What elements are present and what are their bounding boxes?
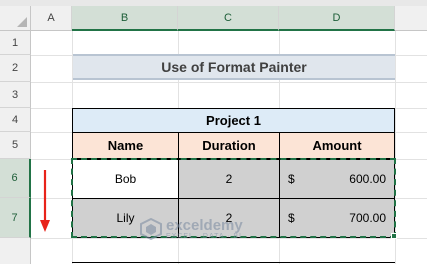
row-header-8[interactable]: [0, 238, 31, 264]
column-header-c[interactable]: C: [178, 6, 279, 31]
table-header-amount[interactable]: Amount: [279, 132, 395, 159]
watermark-logo: exceldemy EXCEL · DATA · BI: [140, 212, 280, 246]
row-header-4[interactable]: 4: [0, 108, 31, 132]
watermark-tagline: EXCEL · DATA · BI: [166, 233, 242, 240]
currency-symbol: $: [288, 211, 295, 225]
currency-symbol: $: [288, 172, 295, 186]
arrow-down-icon: [40, 170, 50, 232]
gridline: [31, 82, 427, 83]
column-header-a[interactable]: A: [31, 6, 72, 31]
row-header-5[interactable]: 5: [0, 132, 31, 159]
exceldemy-logo-icon: [140, 218, 162, 240]
next-table-border: [72, 262, 395, 263]
table-header-duration[interactable]: Duration: [178, 132, 280, 159]
select-all-corner[interactable]: [0, 6, 31, 31]
row-header-6[interactable]: 6: [0, 159, 31, 198]
row-header-7[interactable]: 7: [0, 198, 31, 238]
corner-triangle-icon: [17, 17, 27, 27]
gridline: [395, 31, 396, 264]
table-cell-amount[interactable]: $ 600.00: [279, 159, 395, 199]
table-cell-name[interactable]: Bob: [72, 159, 179, 199]
table-cell-duration[interactable]: 2: [178, 159, 280, 199]
row-header-2[interactable]: 2: [0, 55, 31, 82]
table-header-name[interactable]: Name: [72, 132, 179, 159]
project-header-cell[interactable]: Project 1: [72, 108, 395, 133]
fill-handle[interactable]: [391, 233, 397, 239]
row-header-1[interactable]: 1: [0, 31, 31, 55]
table-cell-amount[interactable]: $ 700.00: [279, 198, 395, 238]
watermark-name: exceldemy: [166, 217, 243, 234]
column-header-d[interactable]: D: [279, 6, 395, 31]
amount-value: 700.00: [349, 211, 386, 225]
column-header-b[interactable]: B: [72, 6, 178, 31]
amount-value: 600.00: [349, 172, 386, 186]
column-header-next[interactable]: [395, 6, 427, 31]
sheet-title[interactable]: Use of Format Painter: [73, 54, 395, 80]
row-header-3[interactable]: 3: [0, 82, 31, 108]
